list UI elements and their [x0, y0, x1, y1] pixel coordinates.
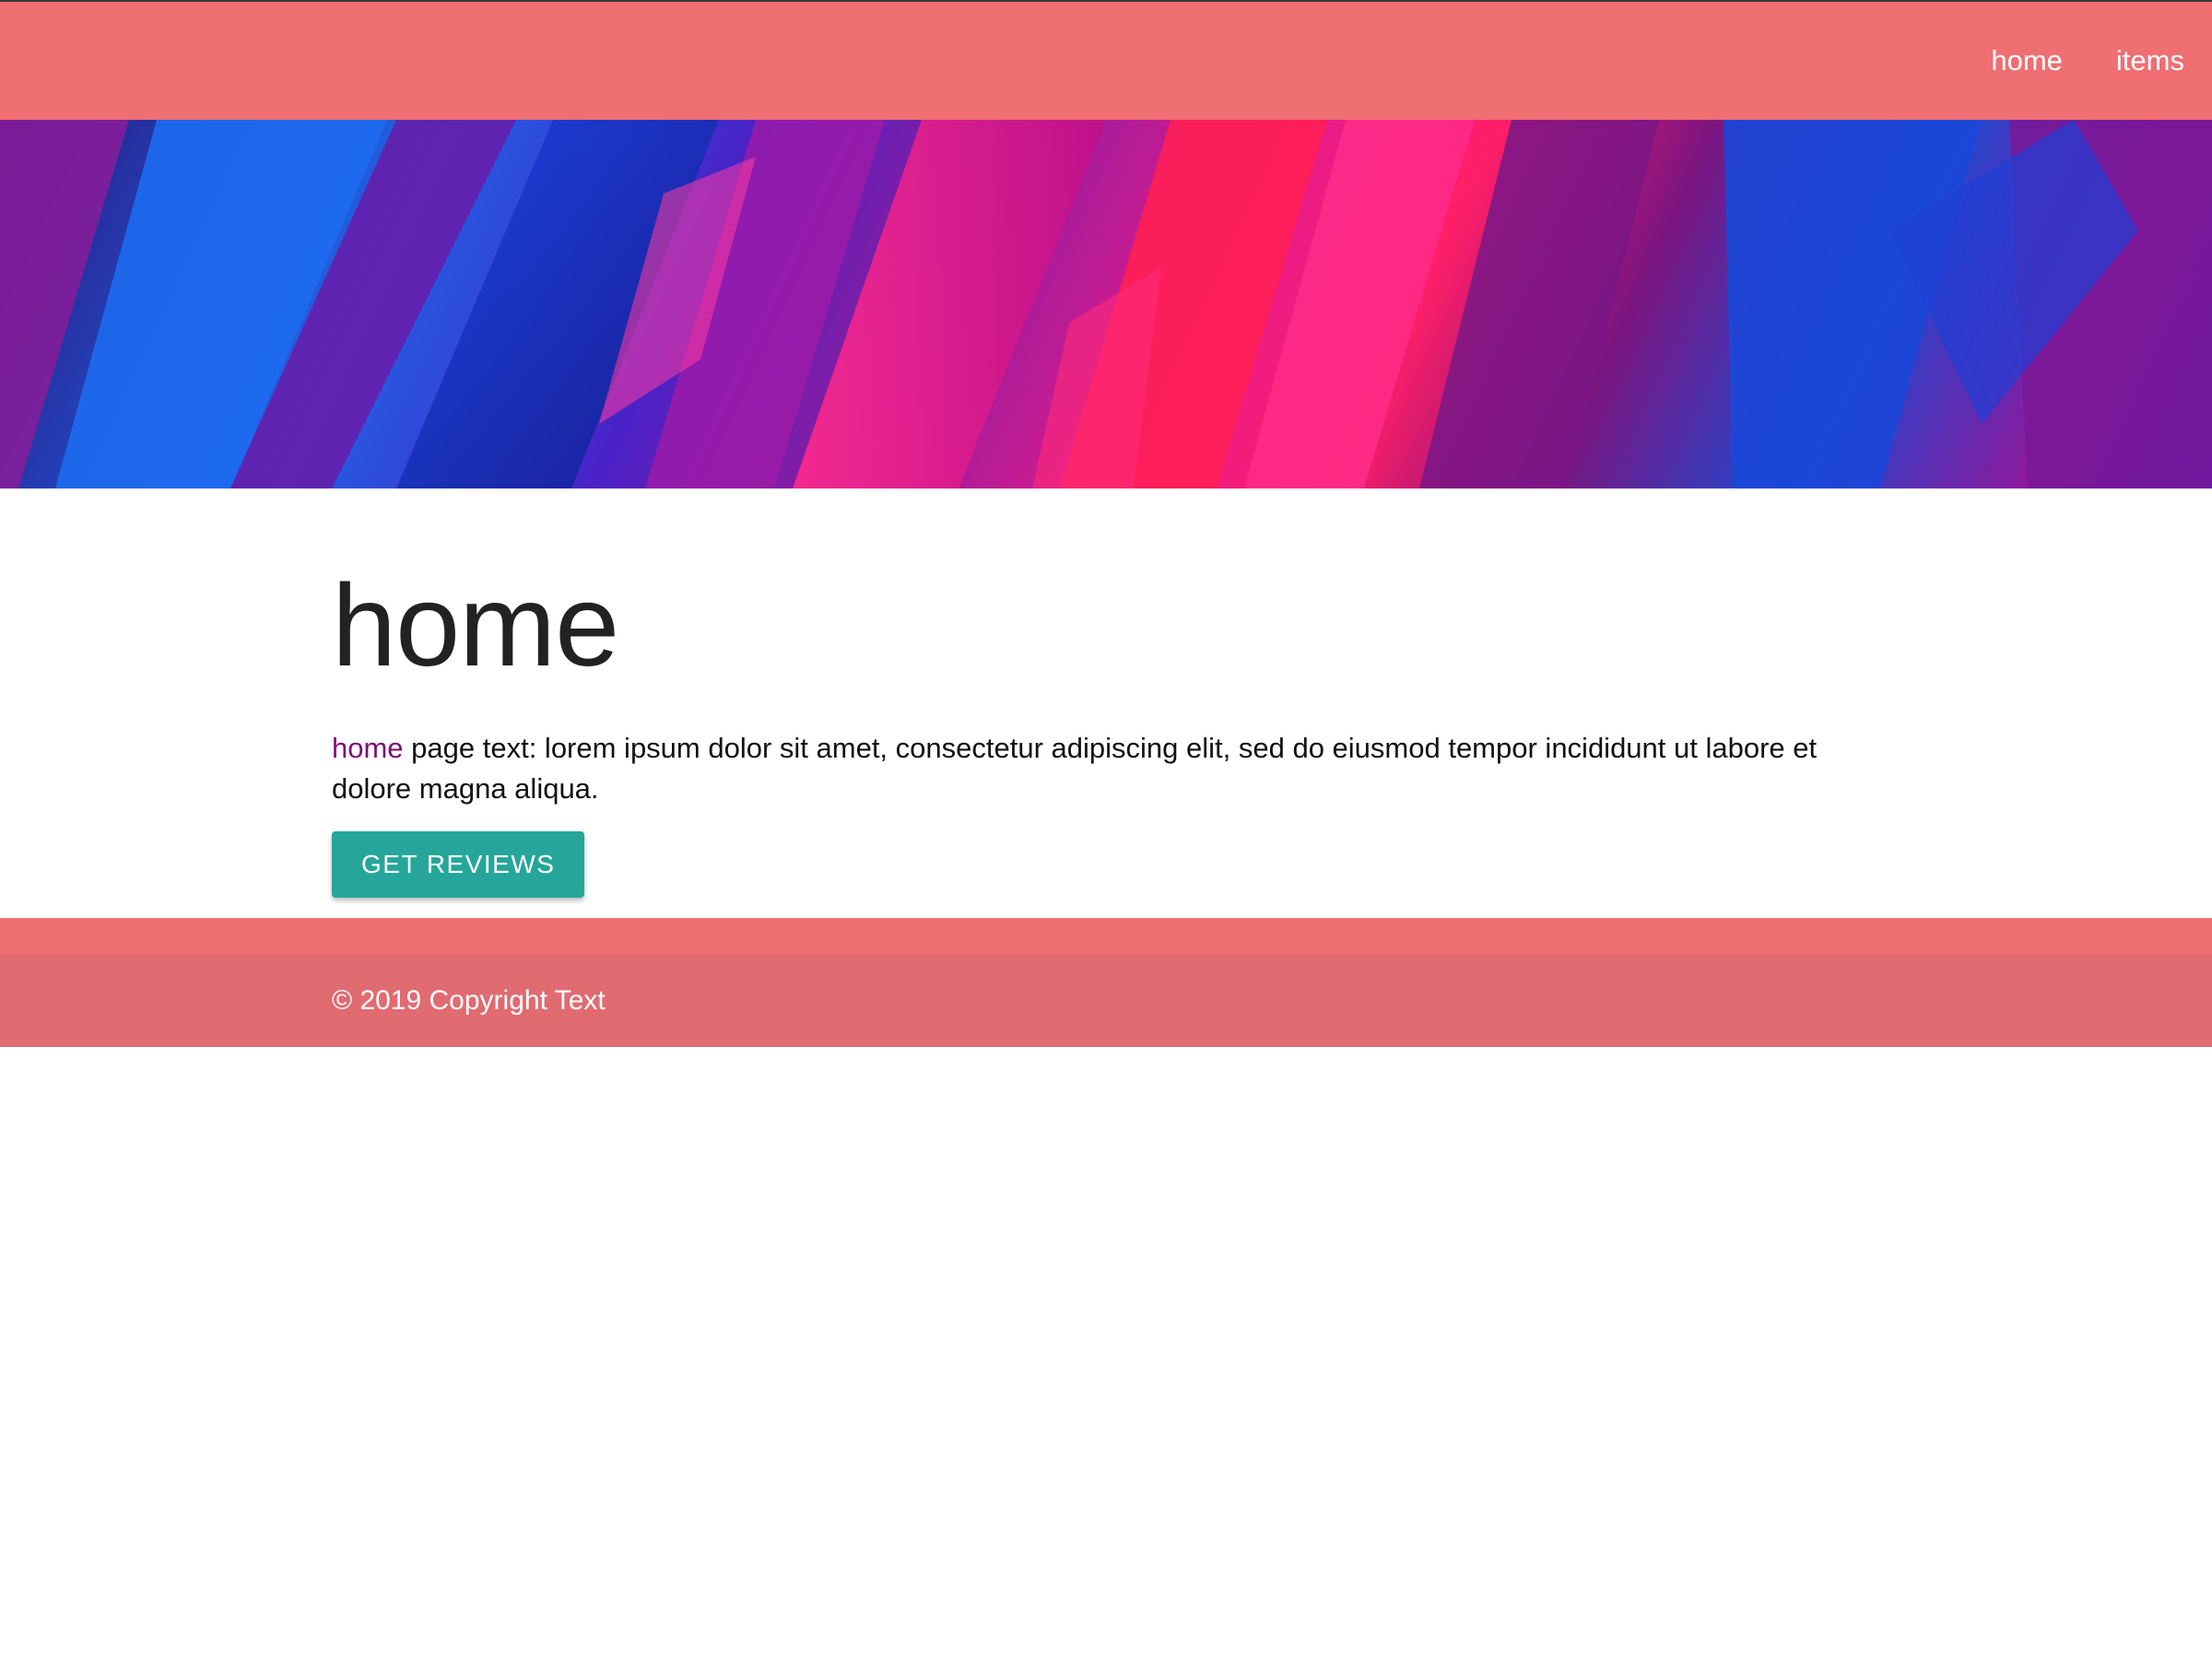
footer-top-bar	[0, 918, 2212, 955]
home-text-link[interactable]: home	[332, 732, 404, 764]
nav-link-items[interactable]: items	[2116, 44, 2184, 77]
footer: © 2019 Copyright Text	[0, 918, 2212, 1047]
page-title: home	[332, 560, 619, 690]
get-reviews-button[interactable]: GET REVIEWS	[332, 831, 585, 898]
nav-links: home items	[1991, 2, 2184, 120]
footer-copyright-bar: © 2019 Copyright Text	[0, 955, 2212, 1047]
copyright-text: © 2019 Copyright Text	[332, 985, 606, 1016]
hero-banner-image	[0, 120, 2212, 488]
navbar: home items	[0, 2, 2212, 120]
abstract-paint-image	[0, 120, 2212, 488]
nav-link-home[interactable]: home	[1991, 44, 2063, 77]
page-text-body: page text: lorem ipsum dolor sit amet, c…	[332, 732, 1818, 805]
page-text: home page text: lorem ipsum dolor sit am…	[332, 728, 1843, 809]
main-content: home home page text: lorem ipsum dolor s…	[0, 488, 2212, 918]
